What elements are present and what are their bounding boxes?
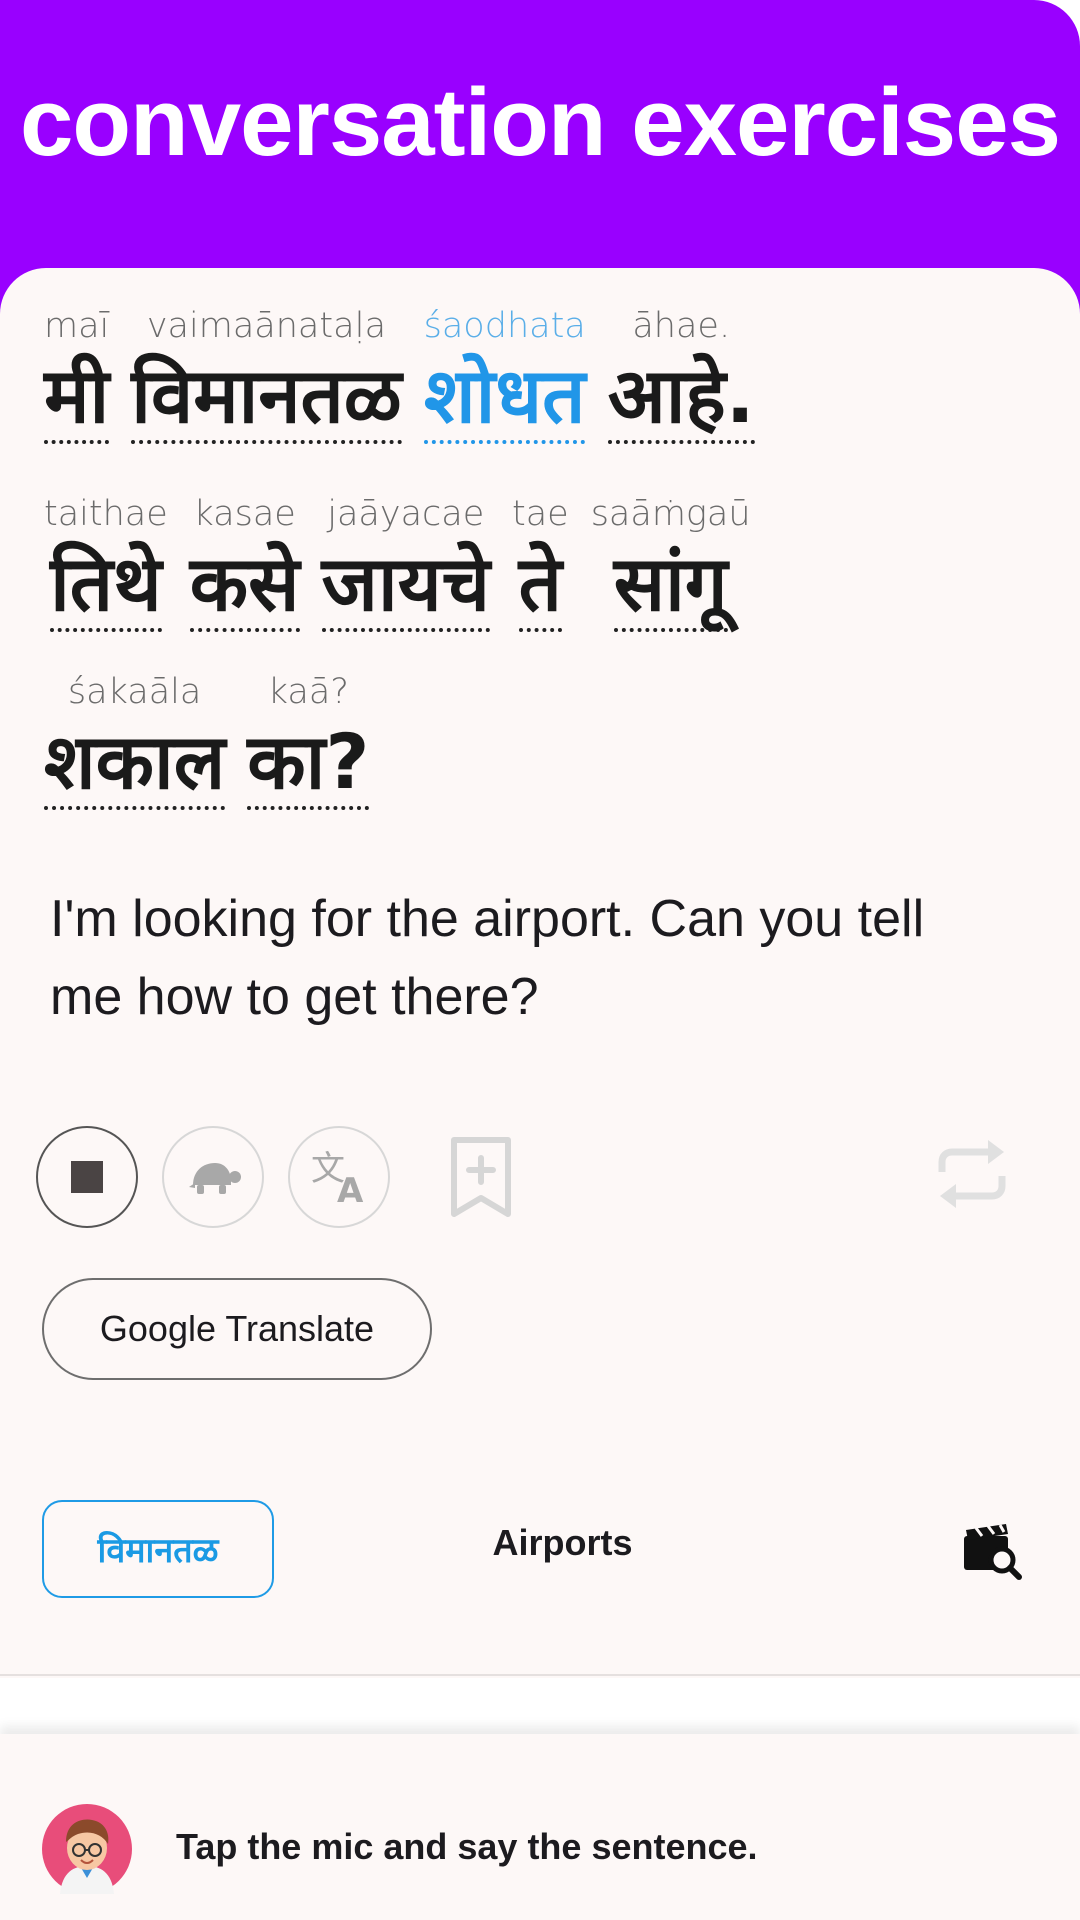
word-transliteration: śakaāla [67, 672, 202, 712]
word[interactable]: tae ते [512, 494, 569, 632]
word[interactable]: taithae तिथे [44, 494, 168, 632]
word-highlighted[interactable]: śaodhata शोधत [424, 306, 586, 444]
word-native: ते [518, 546, 562, 632]
word-native: आहे. [607, 358, 755, 444]
word-native: सांगू [613, 546, 728, 632]
speech-hint: Tap the mic and say the sentence. [176, 1826, 758, 1867]
word-transliteration: maī [44, 306, 110, 346]
word-transliteration: jaāyacae [327, 494, 485, 534]
video-search-button[interactable] [962, 1524, 1022, 1584]
svg-text:A: A [337, 1171, 364, 1206]
sentence-line-2: taithae तिथे kasae कसे jaāyacae जायचे ta… [44, 494, 773, 632]
word[interactable]: saāṁgaū सांगू [591, 494, 751, 632]
word-transliteration: vaimaānataḷa [146, 306, 387, 346]
bookmark-add-icon [451, 1137, 511, 1217]
word-native: शोधत [423, 358, 586, 444]
translate-icon: 文 A [311, 1149, 364, 1206]
word[interactable]: jaāyacae जायचे [321, 494, 490, 632]
word-transliteration: śaodhata [423, 306, 586, 346]
page-title: conversation exercises [20, 69, 1061, 176]
translate-button[interactable]: 文 A [288, 1126, 390, 1228]
slow-playback-button[interactable] [162, 1126, 264, 1228]
video-search-icon [964, 1524, 1022, 1580]
bookmark-add-button[interactable] [448, 1136, 514, 1224]
word[interactable]: vaimaānataḷa विमानतळ [131, 306, 402, 444]
word-transliteration: tae [511, 494, 569, 534]
word-native: कसे [189, 546, 300, 632]
sentence-line-3: śakaāla शकाल kaā? का? [44, 672, 391, 810]
word-native: विमानतळ [131, 358, 402, 444]
topic-name: Airports [492, 1522, 633, 1563]
word-native: तिथे [50, 546, 162, 632]
repeat-icon [938, 1140, 1006, 1208]
tutor-avatar-icon [42, 1804, 132, 1894]
word-native: मी [44, 358, 110, 444]
word-native: का? [247, 724, 370, 810]
google-translate-button[interactable]: Google Translate [42, 1278, 432, 1380]
sentence-line-1: maī मी vaimaānataḷa विमानतळ śaodhata शोध… [44, 306, 777, 444]
repeat-button[interactable] [930, 1132, 1014, 1220]
stop-button[interactable] [36, 1126, 138, 1228]
word[interactable]: kaā? का? [247, 672, 370, 810]
word-transliteration: āhae. [632, 306, 731, 346]
word-native: जायचे [321, 546, 490, 632]
stop-icon [71, 1161, 103, 1193]
word-transliteration: taithae [44, 494, 168, 534]
word[interactable]: āhae. आहे. [607, 306, 755, 444]
topic-keyword-chip[interactable]: विमानतळ [42, 1500, 274, 1598]
word[interactable]: maī मी [44, 306, 109, 444]
divider [0, 1674, 1080, 1676]
sentence-translation: I'm looking for the airport. Can you tel… [50, 890, 925, 1026]
word-native: शकाल [44, 724, 226, 810]
word[interactable]: kasae कसे [189, 494, 300, 632]
word-transliteration: saāṁgaū [590, 494, 751, 534]
word-transliteration: kaā? [267, 672, 349, 712]
turtle-icon [189, 1163, 241, 1194]
word-transliteration: kasae [193, 494, 296, 534]
word[interactable]: śakaāla शकाल [44, 672, 226, 810]
